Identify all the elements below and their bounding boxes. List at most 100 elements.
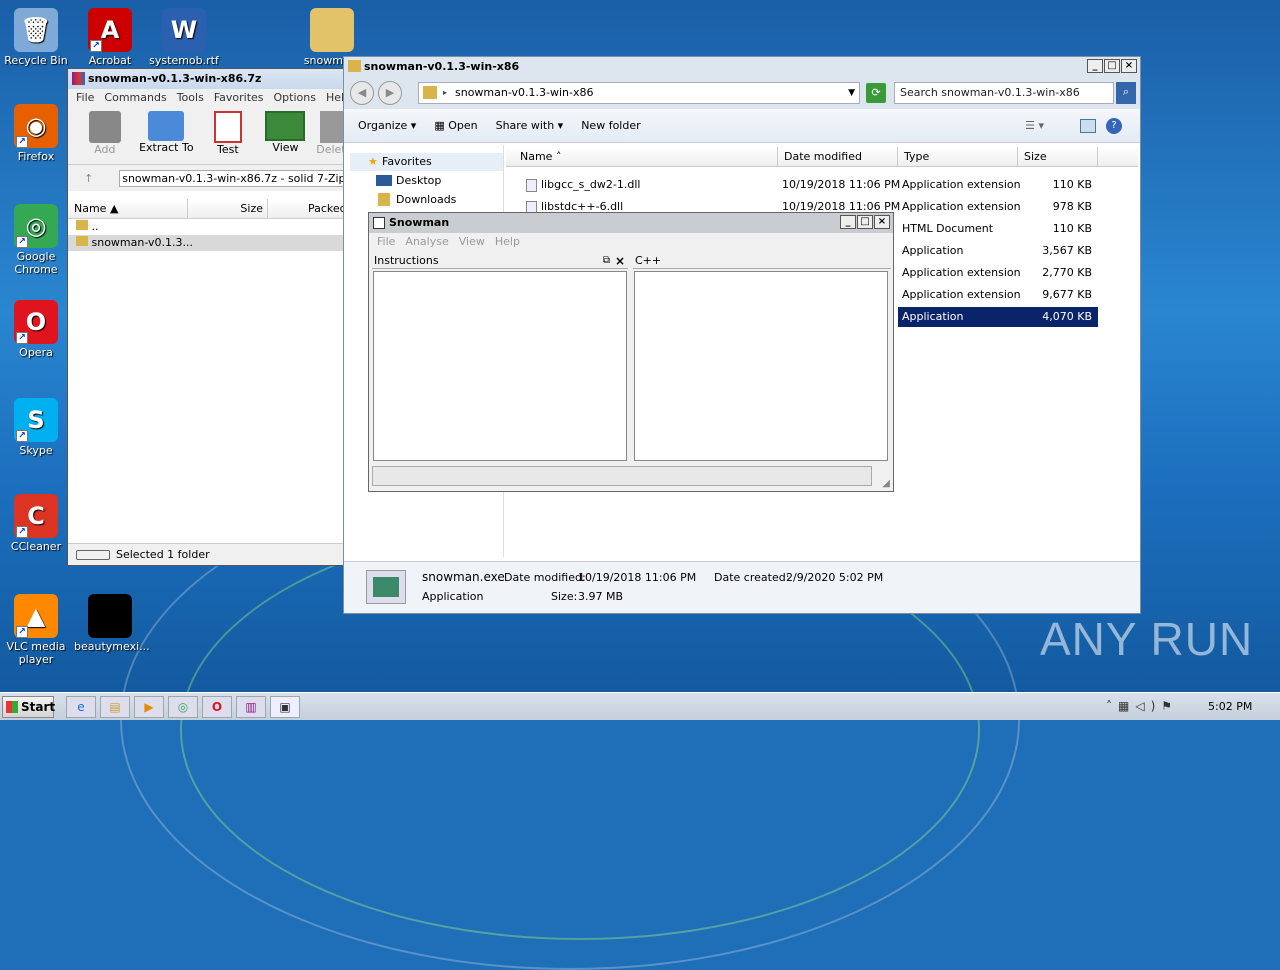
menu-tools[interactable]: Tools xyxy=(177,89,204,107)
menu-analyse[interactable]: Analyse xyxy=(405,233,448,251)
menu-commands[interactable]: Commands xyxy=(104,89,166,107)
forward-button[interactable]: ▶ xyxy=(378,81,402,105)
downloads-icon xyxy=(378,193,390,206)
extract-to-button[interactable]: Extract To xyxy=(136,111,198,164)
menu-view[interactable]: View xyxy=(459,233,485,251)
file-icon xyxy=(526,178,537,192)
volume-icon[interactable]: ◁) xyxy=(1135,699,1161,713)
column-size[interactable]: Size xyxy=(188,199,268,218)
start-button[interactable]: Start xyxy=(2,696,55,718)
maximize-button[interactable]: □ xyxy=(1104,59,1120,73)
instructions-header: Instructions ⧉ × xyxy=(372,253,628,269)
file-size: 978 KB xyxy=(1052,200,1092,213)
details-pane: snowman.exe Date modified: 10/19/2018 11… xyxy=(344,561,1140,613)
winrar-titlebar[interactable]: snowman-v0.1.3-win-x86.7z xyxy=(68,69,346,89)
desktop-icon[interactable]: ▲ ↗ VLC media player xyxy=(0,594,72,666)
cpp-header: C++ xyxy=(633,253,891,269)
minimize-button[interactable]: _ xyxy=(840,215,856,229)
close-button[interactable]: × xyxy=(874,215,890,229)
media-player-taskbar-icon[interactable]: ▶ xyxy=(134,696,164,718)
snowman-titlebar[interactable]: Snowman _ □ × xyxy=(369,213,893,233)
help-icon[interactable]: ? xyxy=(1106,117,1122,134)
winrar-window[interactable]: snowman-v0.1.3-win-x86.7z File Commands … xyxy=(67,68,351,566)
preview-pane-icon[interactable] xyxy=(1080,118,1096,133)
menu-file[interactable]: File xyxy=(76,89,94,107)
new-folder-button[interactable]: New folder xyxy=(581,119,640,132)
instructions-view[interactable] xyxy=(373,271,627,461)
delete-button[interactable]: Delet xyxy=(316,111,346,164)
snowman-window[interactable]: Snowman _ □ × File Analyse View Help Instr… xyxy=(368,212,894,492)
maximize-button[interactable]: □ xyxy=(857,215,873,229)
search-input[interactable]: Search snowman-v0.1.3-win-x86 xyxy=(894,82,1114,104)
desktop-icon[interactable]: ◎ ↗ Google Chrome xyxy=(0,204,72,276)
add-button[interactable]: Add xyxy=(78,111,132,164)
back-button[interactable]: ◀ xyxy=(350,81,374,105)
menu-file[interactable]: File xyxy=(377,233,395,251)
winrar-taskbar-icon[interactable]: ▥ xyxy=(236,696,266,718)
detail-size: 3.97 MB xyxy=(578,590,624,603)
column-size[interactable]: Size xyxy=(1018,147,1098,166)
desktop-icon-label: CCleaner xyxy=(10,540,62,553)
float-panel-icon[interactable]: ⧉ xyxy=(603,253,610,269)
explorer-titlebar[interactable]: snowman-v0.1.3-win-x86 _ □ × xyxy=(344,57,1140,77)
ie-taskbar-icon[interactable]: e xyxy=(66,696,96,718)
menu-help[interactable]: Help xyxy=(495,233,520,251)
column-packed[interactable]: Packed xyxy=(268,199,347,218)
up-arrow-icon[interactable]: ↑ xyxy=(84,172,93,185)
menu-favorites[interactable]: Favorites xyxy=(214,89,264,107)
desktop-icon[interactable]: A ↗ Acrobat xyxy=(74,8,146,67)
nav-desktop[interactable]: Desktop xyxy=(344,171,503,190)
close-button[interactable]: × xyxy=(1121,59,1137,73)
list-item[interactable]: snowman-v0.1.3... xyxy=(68,235,346,251)
clock[interactable]: 5:02 PM xyxy=(1208,700,1252,713)
chevron-down-icon[interactable]: ▼ xyxy=(848,83,855,103)
minimize-button[interactable]: _ xyxy=(1087,59,1103,73)
resize-grip-icon[interactable]: ◢ xyxy=(882,478,890,489)
close-panel-icon[interactable]: × xyxy=(615,253,625,269)
nav-favorites[interactable]: ★ Favorites xyxy=(350,153,503,171)
file-date: 10/19/2018 11:06 PM xyxy=(782,178,901,191)
file-size: 4,070 KB xyxy=(1042,310,1092,323)
chrome-taskbar-icon[interactable]: ◎ xyxy=(168,696,198,718)
firefox-icon: ◉ ↗ xyxy=(14,104,58,148)
desktop-icon[interactable]: beautymexi... xyxy=(74,594,150,653)
list-item[interactable]: .. xyxy=(68,219,346,235)
desktop-icon[interactable]: 🗑 Recycle Bin xyxy=(0,8,72,67)
column-name[interactable]: Name ▲ xyxy=(68,199,188,218)
view-button[interactable]: View xyxy=(259,111,313,164)
opera-taskbar-icon[interactable]: O xyxy=(202,696,232,718)
archive-path[interactable]: snowman-v0.1.3-win-x86.7z - solid 7-Zip xyxy=(119,169,349,187)
explorer-taskbar-icon[interactable]: ▤ xyxy=(100,696,130,718)
cpp-view[interactable] xyxy=(634,271,888,461)
snowman-statusbar xyxy=(372,466,872,486)
column-date-modified[interactable]: Date modified xyxy=(778,147,898,166)
network-icon[interactable]: ▦ xyxy=(1118,699,1135,713)
shortcut-arrow-icon: ↗ xyxy=(16,430,28,442)
snowman-taskbar-icon[interactable]: ▣ xyxy=(270,696,300,718)
flag-icon[interactable]: ⚑ xyxy=(1161,699,1178,713)
desktop-icon-label: Opera xyxy=(19,346,53,359)
search-icon[interactable]: ⌕ xyxy=(1116,82,1136,104)
address-field[interactable]: ▸ snowman-v0.1.3-win-x86 ▼ xyxy=(418,82,860,104)
open-button[interactable]: ▦ Open xyxy=(434,119,477,132)
desktop-icon[interactable]: ◉ ↗ Firefox xyxy=(0,104,72,163)
column-type[interactable]: Type xyxy=(898,147,1018,166)
desktop-icon[interactable]: Wsystemob.rtf xyxy=(148,8,220,67)
detail-type: Application xyxy=(422,590,484,603)
breadcrumb-arrow-icon[interactable]: ▸ xyxy=(443,83,447,103)
menu-options[interactable]: Options xyxy=(274,89,316,107)
desktop-icon[interactable]: O ↗ Opera xyxy=(0,300,72,359)
refresh-icon[interactable]: ⟳ xyxy=(866,83,886,103)
column-name[interactable]: Name ˄ xyxy=(506,147,778,166)
desktop-icon[interactable]: C ↗ CCleaner xyxy=(0,494,72,553)
file-row[interactable]: libgcc_s_dw2-1.dll 10/19/2018 11:06 PM App… xyxy=(506,175,1138,195)
nav-downloads[interactable]: Downloads xyxy=(344,190,503,209)
add-icon xyxy=(88,111,121,143)
organize-button[interactable]: Organize ▾ xyxy=(358,119,416,132)
show-hidden-icons-icon[interactable]: ˄ xyxy=(1106,699,1118,713)
view-options-icon[interactable]: ☰ ▾ xyxy=(1025,119,1044,132)
share-with-button[interactable]: Share with ▾ xyxy=(496,119,564,132)
shortcut-arrow-icon: ↗ xyxy=(16,236,28,248)
desktop-icon[interactable]: S ↗ Skype xyxy=(0,398,72,457)
test-button[interactable]: Test xyxy=(201,111,255,164)
